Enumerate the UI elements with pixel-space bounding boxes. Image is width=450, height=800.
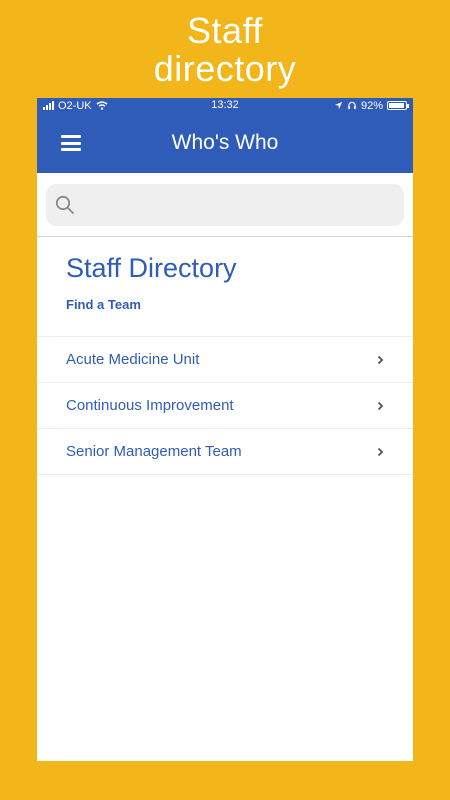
main-content: Staff Directory Find a Team Acute Medici… (37, 237, 413, 475)
phone-screen: O2-UK 13:32 92% Who's Who Staff Director… (37, 98, 413, 761)
promo-title: Staff directory (0, 12, 450, 88)
section-subheading: Find a Team (66, 297, 141, 312)
search-field[interactable] (46, 183, 404, 227)
list-item[interactable]: Acute Medicine Unit (37, 337, 413, 383)
status-time: 13:32 (211, 99, 239, 111)
promo-title-line1: Staff (187, 10, 263, 51)
hamburger-menu-icon[interactable] (61, 135, 81, 151)
search-bar (37, 173, 413, 237)
chevron-right-icon (375, 354, 385, 366)
list-item-label: Acute Medicine Unit (66, 351, 200, 368)
battery-icon (387, 101, 409, 110)
section-heading: Staff Directory (66, 253, 237, 283)
chevron-right-icon (375, 446, 385, 458)
page-title: Who's Who (171, 131, 279, 154)
search-input[interactable] (81, 183, 404, 227)
list-item-label: Continuous Improvement (66, 397, 234, 414)
promo-title-line2: directory (153, 48, 297, 89)
list-item-label: Senior Management Team (66, 443, 242, 460)
chevron-right-icon (375, 400, 385, 412)
status-bar: O2-UK 13:32 92% (37, 98, 413, 113)
search-icon (55, 195, 74, 214)
list-item[interactable]: Continuous Improvement (37, 383, 413, 429)
list-item[interactable]: Senior Management Team (37, 429, 413, 475)
battery-fill (389, 103, 404, 108)
team-list: Acute Medicine Unit Continuous Improveme… (37, 336, 413, 475)
nav-bar: Who's Who (37, 113, 413, 173)
